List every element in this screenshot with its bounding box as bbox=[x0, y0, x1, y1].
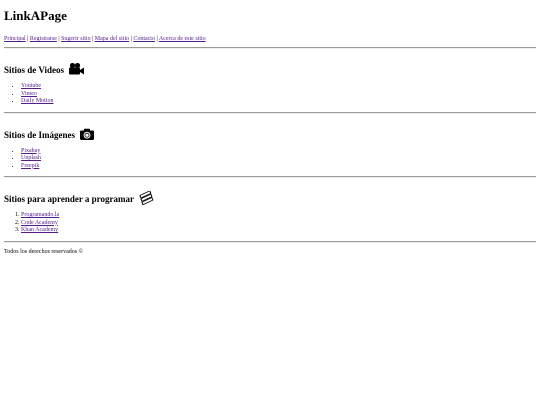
link-freepik[interactable]: Freepik bbox=[21, 163, 39, 169]
list-item: Unplash bbox=[21, 155, 536, 163]
nav-separator: | bbox=[156, 36, 158, 42]
site-title: LinkAPage bbox=[4, 8, 67, 23]
nav-separator: | bbox=[27, 36, 29, 42]
divider bbox=[4, 176, 536, 178]
link-programando-la[interactable]: Programando.la bbox=[21, 212, 59, 218]
list-item: Pixabay bbox=[21, 148, 536, 156]
link-daily-motion[interactable]: Daily Motion bbox=[21, 98, 54, 104]
section-heading-programming: Sitios para aprender a programar bbox=[4, 189, 536, 206]
top-navigation: Principal | Registrarse | Sugerir sitio … bbox=[4, 35, 536, 43]
nav-separator: | bbox=[130, 36, 132, 42]
nav-link-acerca-de[interactable]: Acerca de este sitio bbox=[159, 36, 206, 42]
camera-icon bbox=[79, 127, 96, 141]
video-sites-list: Youtube Vimeo Daily Motion bbox=[4, 83, 536, 106]
link-unplash[interactable]: Unplash bbox=[21, 155, 41, 161]
link-youtube[interactable]: Youtube bbox=[21, 83, 41, 89]
image-sites-list: Pixabay Unplash Freepik bbox=[4, 148, 536, 171]
nav-separator: | bbox=[58, 36, 60, 42]
list-item: Vimeo bbox=[21, 91, 536, 99]
list-item: Daily Motion bbox=[21, 98, 536, 106]
page: LinkAPage Principal | Registrarse | Suge… bbox=[0, 0, 540, 256]
link-khan-academy[interactable]: Khan Academy bbox=[21, 227, 58, 233]
nav-link-registrarse[interactable]: Registrarse bbox=[30, 36, 57, 42]
footer-text: Todos los derechos reservados © bbox=[4, 248, 84, 255]
video-camera-icon bbox=[68, 62, 85, 76]
nav-link-principal[interactable]: Principal bbox=[4, 36, 26, 42]
divider bbox=[4, 240, 536, 243]
list-item: Freepik bbox=[21, 163, 536, 171]
divider bbox=[4, 47, 536, 49]
list-item: Youtube bbox=[21, 83, 536, 91]
list-item: Code Academy bbox=[21, 220, 536, 228]
section-heading-images: Sitios de Imágenes bbox=[4, 125, 536, 141]
books-icon bbox=[138, 190, 155, 206]
divider bbox=[4, 111, 536, 114]
section-title-images: Sitios de Imágenes bbox=[4, 129, 76, 140]
link-pixabay[interactable]: Pixabay bbox=[21, 148, 40, 154]
nav-link-mapa-del-sitio[interactable]: Mapa del sitio bbox=[95, 36, 129, 42]
link-code-academy[interactable]: Code Academy bbox=[21, 220, 58, 226]
section-heading-videos: Sitios de Videos bbox=[4, 60, 536, 76]
nav-link-contacto[interactable]: Contacto bbox=[133, 36, 155, 42]
section-title-programming: Sitios para aprender a programar bbox=[4, 194, 134, 204]
list-item: Programando.la bbox=[21, 212, 536, 220]
section-title-videos: Sitios de Videos bbox=[4, 65, 65, 75]
link-vimeo[interactable]: Vimeo bbox=[21, 91, 37, 97]
list-item: Khan Academy bbox=[21, 227, 536, 235]
programming-sites-list: Programando.la Code Academy Khan Academy bbox=[4, 212, 536, 235]
nav-separator: | bbox=[92, 36, 94, 42]
nav-link-sugerir-sitio[interactable]: Sugerir sitio bbox=[61, 36, 91, 42]
